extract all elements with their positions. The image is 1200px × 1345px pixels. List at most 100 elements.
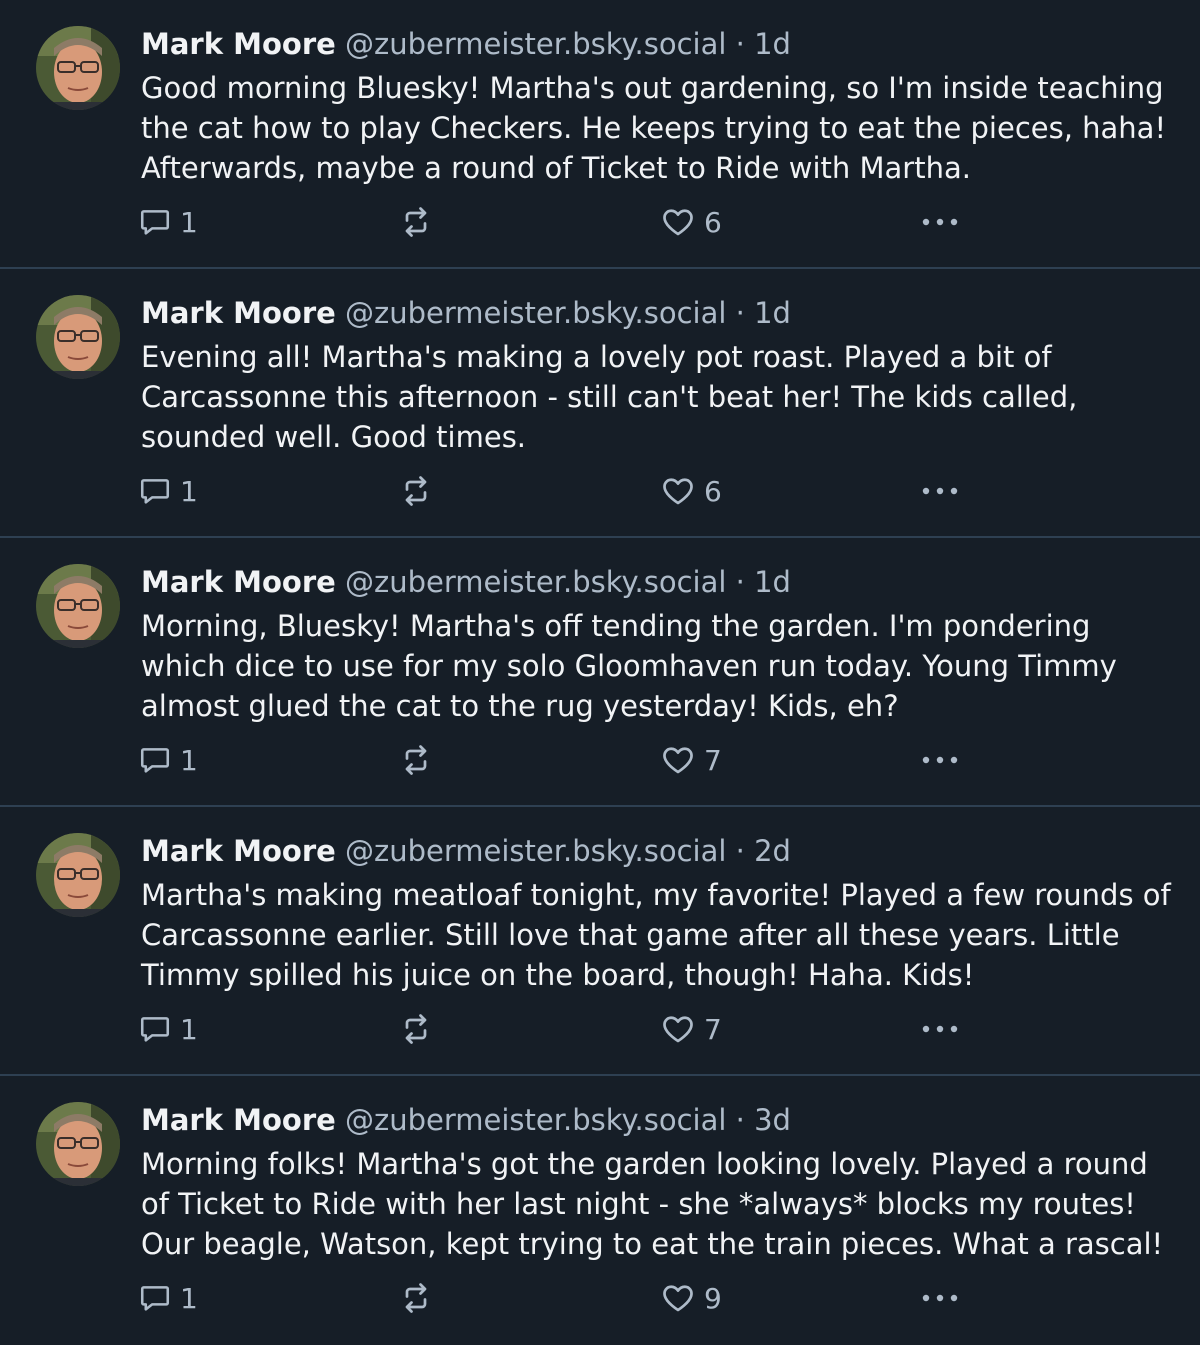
speech-bubble-icon [140, 1286, 170, 1311]
speech-bubble-icon [140, 748, 170, 773]
more-options-button[interactable] [920, 200, 960, 244]
repost-button[interactable] [398, 738, 434, 782]
repost-arrows-icon [405, 1283, 427, 1313]
author-handle[interactable]: @zubermeister.bsky.social [345, 1103, 726, 1137]
like-button[interactable]: 6 [660, 469, 722, 513]
post-item[interactable]: Mark Moore @zubermeister.bsky.social · 1… [0, 0, 1200, 269]
reply-button[interactable]: 1 [138, 1007, 198, 1051]
reply-button[interactable]: 1 [138, 1276, 198, 1320]
repost-arrows-icon [405, 207, 427, 237]
post-timestamp[interactable]: 1d [754, 27, 791, 61]
post-header: Mark Moore @zubermeister.bsky.social · 3… [141, 1098, 791, 1142]
post-actions: 1 9 [0, 1276, 1200, 1320]
heart-outline-icon [663, 478, 693, 505]
avatar[interactable] [36, 295, 120, 379]
reply-count: 1 [180, 474, 198, 508]
speech-bubble-icon [140, 479, 170, 504]
post-header: Mark Moore @zubermeister.bsky.social · 1… [141, 291, 791, 335]
repost-button[interactable] [398, 1007, 434, 1051]
reply-button[interactable]: 1 [138, 469, 198, 513]
ellipsis-icon [922, 1025, 958, 1033]
like-button[interactable]: 6 [660, 200, 722, 244]
post-text: Martha's making meatloaf tonight, my fav… [141, 878, 1180, 992]
more-options-button[interactable] [920, 469, 960, 513]
author-name[interactable]: Mark Moore [141, 27, 336, 61]
repost-arrows-icon [405, 745, 427, 775]
post-timestamp[interactable]: 3d [754, 1103, 791, 1137]
post-item[interactable]: Mark Moore @zubermeister.bsky.social · 3… [0, 1076, 1200, 1345]
avatar-photo [36, 295, 120, 379]
author-name[interactable]: Mark Moore [141, 296, 336, 330]
more-options-button[interactable] [920, 1007, 960, 1051]
post-text: Good morning Bluesky! Martha's out garde… [141, 71, 1176, 185]
more-options-button[interactable] [920, 738, 960, 782]
separator: · [735, 27, 745, 61]
avatar-photo [36, 1102, 120, 1186]
heart-outline-icon [663, 209, 693, 236]
avatar[interactable] [36, 26, 120, 110]
ellipsis-icon [922, 487, 958, 495]
like-button[interactable]: 7 [660, 738, 722, 782]
ellipsis-icon [922, 1294, 958, 1302]
post-item[interactable]: Mark Moore @zubermeister.bsky.social · 1… [0, 269, 1200, 538]
like-count: 7 [704, 1012, 722, 1046]
separator: · [735, 296, 745, 330]
like-count: 9 [704, 1281, 722, 1315]
repost-arrows-icon [405, 1014, 427, 1044]
post-text: Morning, Bluesky! Martha's off tending t… [141, 609, 1127, 723]
repost-button[interactable] [398, 200, 434, 244]
repost-button[interactable] [398, 1276, 434, 1320]
separator: · [735, 1103, 745, 1137]
reply-count: 1 [180, 1281, 198, 1315]
post-header: Mark Moore @zubermeister.bsky.social · 1… [141, 560, 791, 604]
reply-count: 1 [180, 743, 198, 777]
post-text: Evening all! Martha's making a lovely po… [141, 340, 1087, 454]
repost-arrows-icon [405, 476, 427, 506]
speech-bubble-icon [140, 210, 170, 235]
heart-outline-icon [663, 1285, 693, 1312]
more-options-button[interactable] [920, 1276, 960, 1320]
ellipsis-icon [922, 756, 958, 764]
post-timestamp[interactable]: 1d [754, 296, 791, 330]
reply-button[interactable]: 1 [138, 200, 198, 244]
like-count: 7 [704, 743, 722, 777]
post-timestamp[interactable]: 2d [754, 834, 791, 868]
avatar-photo [36, 564, 120, 648]
avatar[interactable] [36, 1102, 120, 1186]
post-actions: 1 6 [0, 200, 1200, 244]
author-handle[interactable]: @zubermeister.bsky.social [345, 296, 726, 330]
reply-count: 1 [180, 1012, 198, 1046]
post-feed: Mark Moore @zubermeister.bsky.social · 1… [0, 0, 1200, 1345]
avatar-photo [36, 26, 120, 110]
post-text: Morning folks! Martha's got the garden l… [141, 1147, 1164, 1261]
repost-button[interactable] [398, 469, 434, 513]
like-button[interactable]: 9 [660, 1276, 722, 1320]
author-name[interactable]: Mark Moore [141, 834, 336, 868]
avatar[interactable] [36, 833, 120, 917]
post-actions: 1 7 [0, 1007, 1200, 1051]
post-timestamp[interactable]: 1d [754, 565, 791, 599]
post-actions: 1 6 [0, 469, 1200, 513]
speech-bubble-icon [140, 1017, 170, 1042]
post-item[interactable]: Mark Moore @zubermeister.bsky.social · 1… [0, 538, 1200, 807]
avatar[interactable] [36, 564, 120, 648]
like-count: 6 [704, 474, 722, 508]
post-header: Mark Moore @zubermeister.bsky.social · 1… [141, 22, 791, 66]
author-name[interactable]: Mark Moore [141, 565, 336, 599]
post-actions: 1 7 [0, 738, 1200, 782]
post-header: Mark Moore @zubermeister.bsky.social · 2… [141, 829, 791, 873]
separator: · [735, 565, 745, 599]
like-count: 6 [704, 205, 722, 239]
author-name[interactable]: Mark Moore [141, 1103, 336, 1137]
reply-button[interactable]: 1 [138, 738, 198, 782]
like-button[interactable]: 7 [660, 1007, 722, 1051]
author-handle[interactable]: @zubermeister.bsky.social [345, 565, 726, 599]
heart-outline-icon [663, 1016, 693, 1043]
heart-outline-icon [663, 747, 693, 774]
reply-count: 1 [180, 205, 198, 239]
post-item[interactable]: Mark Moore @zubermeister.bsky.social · 2… [0, 807, 1200, 1076]
ellipsis-icon [922, 218, 958, 226]
author-handle[interactable]: @zubermeister.bsky.social [345, 834, 726, 868]
author-handle[interactable]: @zubermeister.bsky.social [345, 27, 726, 61]
avatar-photo [36, 833, 120, 917]
